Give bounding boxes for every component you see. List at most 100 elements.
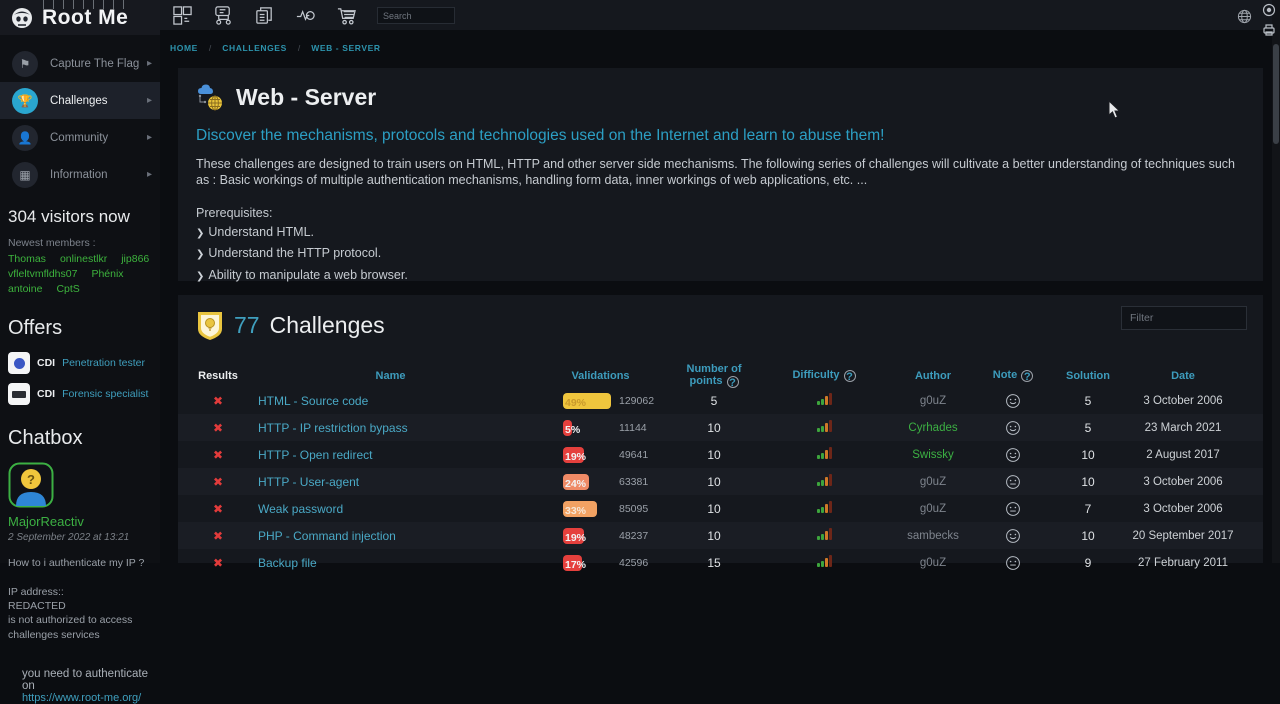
table-body: ✖ HTML - Source code 49% 129062 5 g0uZ 5… (178, 387, 1263, 576)
chat-quote-line: challenges services (8, 628, 152, 642)
solution-count[interactable]: 7 (1058, 502, 1118, 516)
solution-count[interactable]: 10 (1058, 448, 1118, 462)
solution-count[interactable]: 10 (1058, 475, 1118, 489)
solution-count[interactable]: 5 (1058, 394, 1118, 408)
chevron-right-icon: ▸ (147, 169, 152, 180)
member-link[interactable]: CptS (56, 283, 79, 295)
note-face-icon (1005, 474, 1021, 490)
sidebar-item-information[interactable]: ▦ Information ▸ (0, 156, 160, 193)
col-validations[interactable]: Validations (523, 370, 678, 382)
note-face-icon (1005, 501, 1021, 517)
challenge-link[interactable]: HTML - Source code (258, 394, 523, 408)
scrollbar-thumb[interactable] (1273, 44, 1279, 144)
chat-username[interactable]: MajorReactiv (8, 514, 152, 529)
note-face-icon (1005, 393, 1021, 409)
challenges-heading: Challenges (270, 312, 385, 339)
table-row: ✖ HTTP - User-agent 24% 63381 10 g0uZ 10… (178, 468, 1263, 495)
chat-quote: IP address:: REDACTED is not authorized … (8, 585, 152, 642)
bullet-chevron-icon: ❯ (196, 271, 204, 282)
help-icon[interactable]: ? (844, 370, 856, 382)
sidebar-item-challenges[interactable]: 🏆 Challenges ▸ (0, 82, 160, 119)
terminal-grid-icon[interactable] (172, 5, 193, 26)
validation-pct: 19% (563, 449, 586, 465)
challenge-date: 3 October 2006 (1118, 395, 1248, 407)
contract-type: CDI (37, 388, 55, 400)
sidebar-item-community[interactable]: 👤 Community ▸ (0, 119, 160, 156)
offer-item: CDI Penetration tester (8, 352, 152, 374)
validation-count: 85095 (619, 503, 648, 515)
validation-pct: 5% (563, 422, 580, 438)
offer-link[interactable]: Forensic specialist (62, 388, 148, 400)
col-date[interactable]: Date (1118, 370, 1248, 382)
member-link[interactable]: jip866 (121, 253, 149, 265)
solution-count[interactable]: 5 (1058, 421, 1118, 435)
help-icon[interactable]: ? (727, 376, 739, 388)
activity-monitor-icon[interactable] (295, 5, 316, 26)
challenge-date: 2 August 2017 (1118, 449, 1248, 461)
challenge-author[interactable]: g0uZ (898, 503, 968, 515)
challenge-points: 5 (678, 394, 750, 408)
language-globe-icon[interactable] (1237, 9, 1252, 24)
chat-quote-line: IP address:: (8, 585, 152, 599)
challenge-link[interactable]: Weak password (258, 502, 523, 516)
member-link[interactable]: Phénix (91, 268, 123, 280)
target-icon[interactable] (1262, 3, 1276, 17)
validation-pct: 17% (563, 557, 586, 573)
challenge-link[interactable]: HTTP - Open redirect (258, 448, 523, 462)
help-icon[interactable]: ? (1021, 370, 1033, 382)
offer-link[interactable]: Penetration tester (62, 357, 145, 369)
challenge-author[interactable]: sambecks (898, 530, 968, 542)
challenge-link[interactable]: HTTP - IP restriction bypass (258, 421, 523, 435)
sidebar-item-capture-the-flag[interactable]: ⚑ Capture The Flag ▸ (0, 45, 160, 82)
col-solution[interactable]: Solution (1058, 370, 1118, 382)
breadcrumb-web-server[interactable]: WEB - SERVER (311, 43, 380, 53)
category-intro-panel: Web - Server Discover the mechanisms, pr… (178, 68, 1263, 281)
search-input[interactable] (377, 7, 455, 24)
chat-quote-line: REDACTED (8, 599, 152, 613)
rootme-skull-icon (10, 6, 34, 30)
not-solved-icon: ✖ (213, 421, 223, 435)
logo[interactable]: Root Me (0, 0, 160, 35)
company-logo-icon (8, 352, 30, 374)
member-link[interactable]: vfleltvmfldhs07 (8, 268, 77, 280)
col-name[interactable]: Name (258, 370, 523, 382)
challenge-link[interactable]: HTTP - User-agent (258, 475, 523, 489)
avatar[interactable]: ? (8, 462, 54, 508)
offers-title: Offers (8, 317, 152, 340)
company-logo-icon (8, 383, 30, 405)
breadcrumb-home[interactable]: HOME (170, 43, 198, 53)
solution-count[interactable]: 10 (1058, 529, 1118, 543)
challenge-link[interactable]: PHP - Command injection (258, 529, 523, 543)
challenge-author[interactable]: Swissky (898, 449, 968, 461)
breadcrumb-challenges[interactable]: CHALLENGES (222, 43, 287, 53)
validation-count: 63381 (619, 476, 648, 488)
shop-cart-icon[interactable] (336, 5, 357, 26)
col-points[interactable]: Number of points? (678, 363, 750, 388)
col-note[interactable]: Note? (968, 369, 1058, 382)
challenge-date: 3 October 2006 (1118, 476, 1248, 488)
challenge-points: 10 (678, 502, 750, 516)
challenge-author[interactable]: g0uZ (898, 476, 968, 488)
prerequisite-text: Ability to manipulate a web browser. (208, 268, 407, 282)
challenge-author[interactable]: g0uZ (898, 395, 968, 407)
sidebar-nav: ⚑ Capture The Flag ▸ 🏆 Challenges ▸ 👤 Co… (0, 45, 160, 193)
rootme-link[interactable]: https://www.root-me.org/ (22, 692, 141, 704)
page-scrollbar[interactable] (1272, 0, 1280, 563)
member-link[interactable]: Thomas (8, 253, 46, 265)
challenge-author[interactable]: Cyrhades (898, 422, 968, 434)
chat-quote-line: is not authorized to access (8, 613, 152, 627)
col-author[interactable]: Author (898, 370, 968, 382)
printer-icon[interactable] (1262, 23, 1276, 37)
difficulty-bars-icon (817, 554, 832, 567)
filter-input[interactable] (1121, 306, 1247, 330)
documents-icon[interactable] (254, 5, 275, 26)
validation-pct: 24% (563, 476, 586, 492)
member-link[interactable]: antoine (8, 283, 42, 295)
prerequisite-item: ❯Understand the HTTP protocol. (196, 245, 1245, 263)
difficulty-bars-icon (817, 446, 832, 459)
col-difficulty[interactable]: Difficulty? (750, 369, 898, 382)
chat-message: How to i authenticate my IP ? (8, 557, 152, 569)
chevron-right-icon: ▸ (147, 95, 152, 106)
community-network-icon[interactable] (213, 5, 234, 26)
member-link[interactable]: onlinestlkr (60, 253, 107, 265)
